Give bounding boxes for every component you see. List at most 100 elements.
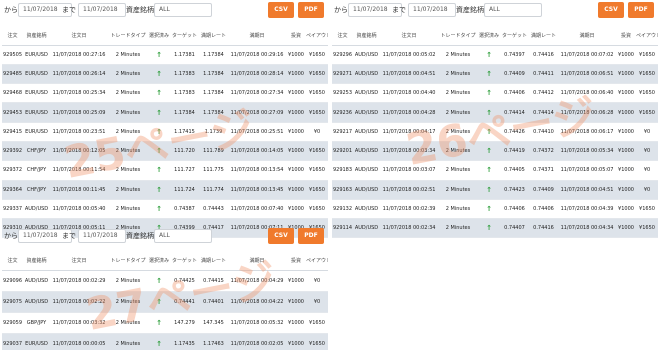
column-header-direction[interactable]: 選択済み xyxy=(148,27,170,46)
cell-trade-type: 2 Minutes xyxy=(108,312,148,334)
table-row[interactable]: 929468 EUR/USD 11/07/2018 00:25:34 2 Minute… xyxy=(2,83,328,104)
table-row[interactable]: 929453 EUR/USD 11/07/2018 00:25:09 2 Minute… xyxy=(2,102,328,123)
cell-order-date: 11/07/2018 00:04:17 xyxy=(380,122,438,142)
column-header-order-date[interactable]: 注文日 xyxy=(380,27,438,46)
table-row[interactable]: 929132 AUD/USD 11/07/2018 00:02:39 2 Minute… xyxy=(332,199,658,220)
csv-button[interactable]: CSV xyxy=(268,228,294,244)
table-row[interactable]: 929236 AUD/USD 11/07/2018 00:04:28 2 Minute… xyxy=(332,102,658,123)
table-row[interactable]: 929505 EUR/USD 11/07/2018 00:27:16 2 Minute… xyxy=(2,45,328,65)
cell-trade-type: 2 Minutes xyxy=(108,270,148,292)
cell-order-date: 11/07/2018 00:11:54 xyxy=(50,160,108,181)
table-row[interactable]: 929415 EUR/USD 11/07/2018 00:23:51 2 Minute… xyxy=(2,122,328,142)
table-row[interactable]: 929364 CHF/JPY 11/07/2018 00:11:45 2 Minute… xyxy=(2,180,328,200)
column-header-target-rate[interactable]: ターゲット xyxy=(500,27,529,46)
cell-investment: ¥1000 xyxy=(286,102,306,123)
column-header-investment[interactable]: 投資 xyxy=(616,27,636,46)
column-header-payout[interactable]: ペイアウト xyxy=(636,27,658,46)
from-label: から xyxy=(4,232,18,240)
table-row[interactable]: 929337 AUD/USD 11/07/2018 00:05:40 2 Minute… xyxy=(2,199,328,220)
column-header-direction[interactable]: 選択済み xyxy=(478,27,500,46)
to-date-input[interactable]: 11/07/2018 xyxy=(78,229,126,243)
cell-trade-type: 2 Minutes xyxy=(438,218,478,239)
asset-select[interactable]: ALL xyxy=(154,3,212,17)
cell-order-id: 929392 xyxy=(2,141,23,162)
column-header-target-rate[interactable]: ターゲット xyxy=(170,252,199,271)
column-header-asset[interactable]: 資産銘柄 xyxy=(23,27,50,46)
column-header-asset[interactable]: 資産銘柄 xyxy=(23,252,50,271)
table-row[interactable]: 929296 AUD/USD 11/07/2018 00:05:02 2 Minute… xyxy=(332,45,658,65)
column-header-direction[interactable]: 選択済み xyxy=(148,252,170,271)
cell-payout: ¥0 xyxy=(306,291,328,313)
table-row[interactable]: 929037 EUR/USD 11/07/2018 00:00:05 2 Minute… xyxy=(2,333,328,350)
csv-button[interactable]: CSV xyxy=(268,2,294,18)
table-row[interactable]: 929271 AUD/USD 11/07/2018 00:04:51 2 Minute… xyxy=(332,64,658,85)
asset-label: 資産銘柄 xyxy=(456,6,484,14)
column-header-expiry-date[interactable]: 満期日 xyxy=(228,252,286,271)
column-header-order-date[interactable]: 注文日 xyxy=(50,27,108,46)
column-header-investment[interactable]: 投資 xyxy=(286,27,306,46)
pdf-button[interactable]: PDF xyxy=(628,2,654,18)
column-header-order-date[interactable]: 注文日 xyxy=(50,252,108,271)
cell-order-date: 11/07/2018 00:27:16 xyxy=(50,45,108,65)
cell-order-date: 11/07/2018 00:26:14 xyxy=(50,64,108,85)
column-header-asset[interactable]: 資産銘柄 xyxy=(353,27,380,46)
from-label: から xyxy=(334,6,348,14)
column-header-expiry-date[interactable]: 満期日 xyxy=(228,27,286,46)
filter-bar: から 11/07/2018 まで 11/07/2018 資産銘柄 ALL CSV… xyxy=(0,226,328,246)
cell-investment: ¥1000 xyxy=(616,141,636,162)
asset-select[interactable]: ALL xyxy=(154,229,212,243)
table-row[interactable]: 929059 GBP/JPY 11/07/2018 00:03:32 2 Minute… xyxy=(2,312,328,334)
table-row[interactable]: 929253 AUD/USD 11/07/2018 00:04:40 2 Minute… xyxy=(332,83,658,104)
column-header-order-id[interactable]: 注文 xyxy=(332,27,353,46)
column-header-trade-type[interactable]: トレードタイプ xyxy=(108,27,148,46)
table-row[interactable]: 929392 CHF/JPY 11/07/2018 00:12:05 2 Minute… xyxy=(2,141,328,162)
table-row[interactable]: 929201 AUD/USD 11/07/2018 00:03:34 2 Minute… xyxy=(332,141,658,162)
cell-order-id: 929415 xyxy=(2,122,23,142)
table-row[interactable]: 929485 EUR/USD 11/07/2018 00:26:14 2 Minute… xyxy=(2,64,328,85)
table-row[interactable]: 929372 CHF/JPY 11/07/2018 00:11:54 2 Minute… xyxy=(2,160,328,181)
cell-expiry-rate: 0.74406 xyxy=(529,199,558,220)
column-header-payout[interactable]: ペイアウト xyxy=(306,27,328,46)
cell-investment: ¥1000 xyxy=(616,83,636,104)
table-row[interactable]: 929114 AUD/USD 11/07/2018 00:02:34 2 Minute… xyxy=(332,218,658,239)
cell-payout: ¥1650 xyxy=(306,83,328,104)
cell-order-id: 929253 xyxy=(332,83,353,104)
cell-expiry-rate: 1.17384 xyxy=(199,102,228,123)
cell-expiry-date: 11/07/2018 00:06:17 xyxy=(558,122,616,142)
asset-select[interactable]: ALL xyxy=(484,3,542,17)
table-row[interactable]: 929075 AUD/USD 11/07/2018 00:02:22 2 Minute… xyxy=(2,291,328,313)
column-header-investment[interactable]: 投資 xyxy=(286,252,306,271)
to-date-input[interactable]: 11/07/2018 xyxy=(78,3,126,17)
cell-payout: ¥0 xyxy=(636,141,658,162)
cell-trade-type: 2 Minutes xyxy=(108,291,148,313)
table-row[interactable]: 929217 AUD/USD 11/07/2018 00:04:17 2 Minute… xyxy=(332,122,658,142)
to-date-input[interactable]: 11/07/2018 xyxy=(408,3,456,17)
cell-asset: AUD/USD xyxy=(353,64,380,85)
cell-trade-type: 2 Minutes xyxy=(438,160,478,181)
pdf-button[interactable]: PDF xyxy=(298,2,324,18)
column-header-expiry-rate[interactable]: 満期レート xyxy=(529,27,558,46)
pdf-button[interactable]: PDF xyxy=(298,228,324,244)
column-header-payout[interactable]: ペイアウト xyxy=(306,252,328,271)
cell-asset: AUD/USD xyxy=(23,270,50,292)
column-header-expiry-rate[interactable]: 満期レート xyxy=(199,252,228,271)
cell-payout: ¥1650 xyxy=(306,180,328,200)
column-header-expiry-rate[interactable]: 満期レート xyxy=(199,27,228,46)
filter-bar: から 11/07/2018 まで 11/07/2018 資産銘柄 ALL CSV… xyxy=(330,0,660,20)
cell-expiry-date: 11/07/2018 00:28:14 xyxy=(228,64,286,85)
column-header-order-id[interactable]: 注文 xyxy=(2,27,23,46)
table-row[interactable]: 929183 AUD/USD 11/07/2018 00:03:07 2 Minute… xyxy=(332,160,658,181)
cell-target-rate: 0.74425 xyxy=(170,270,199,292)
cell-payout: ¥1650 xyxy=(636,218,658,239)
column-header-trade-type[interactable]: トレードタイプ xyxy=(108,252,148,271)
column-header-trade-type[interactable]: トレードタイプ xyxy=(438,27,478,46)
column-header-target-rate[interactable]: ターゲット xyxy=(170,27,199,46)
table-row[interactable]: 929096 AUD/USD 11/07/2018 00:02:29 2 Minute… xyxy=(2,270,328,292)
cell-payout: ¥1650 xyxy=(636,83,658,104)
cell-target-rate: 1.17435 xyxy=(170,333,199,350)
csv-button[interactable]: CSV xyxy=(598,2,624,18)
table-row[interactable]: 929163 AUD/USD 11/07/2018 00:02:51 2 Minute… xyxy=(332,180,658,200)
column-header-order-id[interactable]: 注文 xyxy=(2,252,23,271)
cell-order-date: 11/07/2018 00:02:34 xyxy=(380,218,438,239)
column-header-expiry-date[interactable]: 満期日 xyxy=(558,27,616,46)
